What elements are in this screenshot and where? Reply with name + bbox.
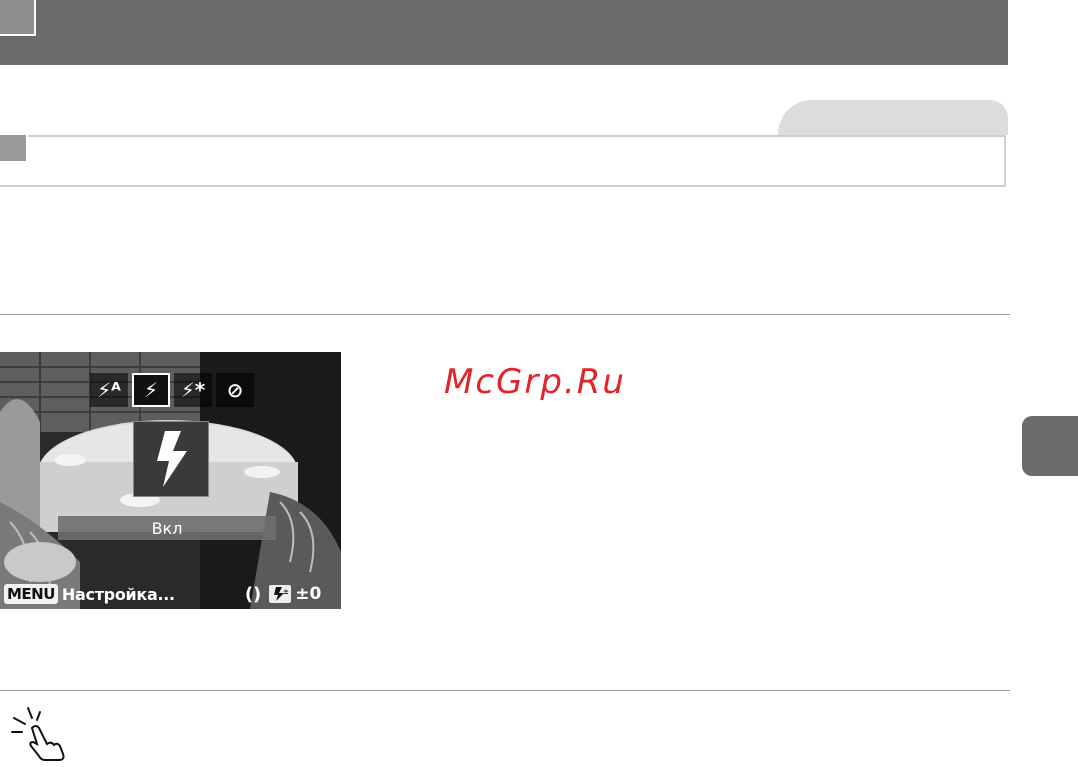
touch-hand-icon xyxy=(11,707,65,761)
control-dial-icon: () xyxy=(244,583,262,605)
section-heading-box xyxy=(0,135,1006,187)
flash-auto-icon[interactable]: ⚡ᴬ xyxy=(90,373,128,407)
watermark: McGrp.Ru xyxy=(444,362,626,402)
flash-large-icon xyxy=(133,421,209,497)
flash-on-icon[interactable]: ⚡ xyxy=(132,373,170,407)
flash-status-text: Вкл xyxy=(151,518,183,538)
flash-slow-sync-icon[interactable]: ⚡* xyxy=(174,373,212,407)
flash-status-bar: Вкл xyxy=(58,516,276,540)
section-marker xyxy=(0,135,28,163)
divider-top xyxy=(0,314,1010,315)
chapter-marker xyxy=(0,0,36,36)
flash-compensation-icon: ± xyxy=(269,585,292,603)
svg-text:±: ± xyxy=(283,588,289,596)
chapter-side-tab xyxy=(1022,416,1078,476)
camera-bottom-bar: MENU Настройка... () ± ±0 xyxy=(0,579,341,609)
menu-button[interactable]: MENU xyxy=(4,584,58,604)
divider-bottom xyxy=(0,690,1010,691)
flash-mode-selector: ⚡ᴬ ⚡ ⚡* ⊘ xyxy=(90,373,254,407)
flash-off-icon[interactable]: ⊘ xyxy=(216,373,254,407)
chapter-title-bar xyxy=(0,0,1008,65)
lightning-bolt-icon xyxy=(157,431,187,487)
menu-label: Настройка... xyxy=(61,584,175,604)
section-tab xyxy=(778,100,1008,135)
flash-compensation-value: ±0 xyxy=(295,584,322,604)
